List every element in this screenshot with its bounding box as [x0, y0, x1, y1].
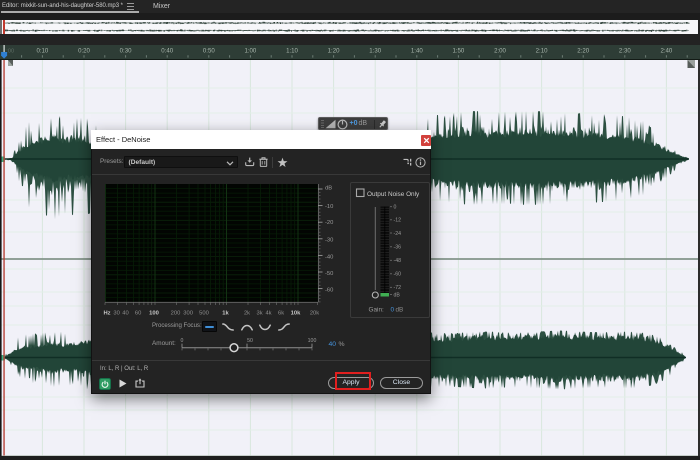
- svg-text:-10: -10: [325, 204, 333, 210]
- svg-text:300: 300: [183, 311, 193, 317]
- svg-text:-20: -20: [325, 220, 333, 226]
- svg-text:10k: 10k: [291, 311, 301, 317]
- svg-text:0: 0: [391, 307, 395, 314]
- svg-text:dB: dB: [325, 186, 332, 192]
- svg-text:40: 40: [122, 311, 128, 317]
- svg-text:Output Noise Only: Output Noise Only: [367, 191, 420, 198]
- svg-text:20k: 20k: [310, 311, 319, 317]
- svg-text:Gain:: Gain:: [369, 307, 384, 314]
- svg-text:-40: -40: [325, 255, 333, 261]
- svg-text:4k: 4k: [265, 311, 271, 317]
- svg-text:-60: -60: [325, 288, 333, 294]
- svg-text:50: 50: [247, 338, 253, 344]
- svg-text:-24: -24: [394, 231, 402, 237]
- svg-text:500: 500: [199, 311, 209, 317]
- svg-text:-30: -30: [325, 238, 333, 244]
- svg-text:-50: -50: [325, 271, 333, 277]
- svg-text:0: 0: [181, 338, 184, 344]
- svg-text:30: 30: [113, 311, 119, 317]
- svg-text:100: 100: [308, 338, 317, 344]
- svg-text:2k: 2k: [244, 311, 250, 317]
- svg-text:-12: -12: [394, 218, 402, 224]
- svg-text:60: 60: [135, 311, 141, 317]
- svg-text:200: 200: [171, 311, 181, 317]
- svg-text:-60: -60: [394, 272, 402, 278]
- svg-text:dB: dB: [394, 292, 401, 298]
- svg-text:-48: -48: [394, 258, 402, 264]
- svg-text:6k: 6k: [278, 311, 284, 317]
- svg-text:-72: -72: [394, 285, 402, 291]
- svg-text:-36: -36: [394, 245, 402, 251]
- svg-text:3k: 3k: [257, 311, 263, 317]
- svg-text:1k: 1k: [222, 311, 229, 317]
- svg-text:100: 100: [149, 311, 159, 317]
- svg-text:Hz: Hz: [103, 311, 110, 317]
- svg-text:0: 0: [394, 205, 397, 211]
- svg-text:dB: dB: [396, 307, 404, 314]
